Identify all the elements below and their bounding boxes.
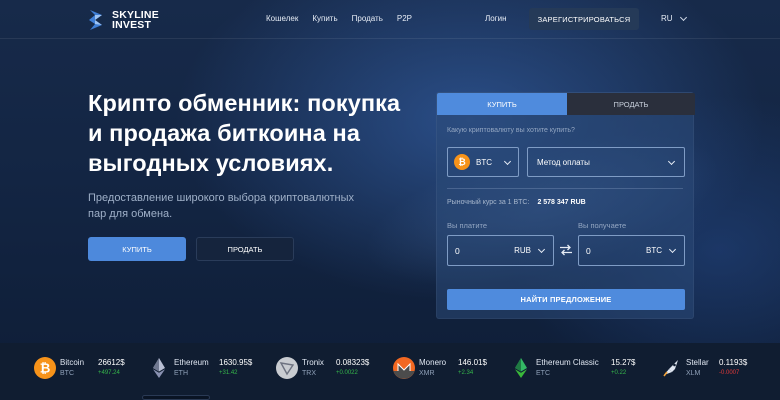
ticker-change: +0.0022 — [336, 370, 358, 376]
pay-label: Вы платите — [447, 221, 488, 230]
ticker-change: +0.22 — [611, 370, 627, 376]
main-nav: Кошелек Купить Продать P2P — [266, 14, 412, 23]
hero-title: Крипто обменник: покупка и продажа битко… — [88, 90, 401, 176]
ticker-name: Stellar — [686, 358, 709, 367]
receive-currency: BTC — [646, 246, 662, 255]
crypto-question-label: Какую криптовалюту вы хотите купить? — [447, 127, 575, 134]
ticker-symbol: ETH — [174, 370, 188, 377]
nav-buy[interactable]: Купить — [312, 14, 337, 23]
pay-amount-value: 0 — [455, 245, 460, 256]
logo-text: SKYLINE INVEST — [112, 10, 159, 31]
ticker-name: Bitcoin — [60, 358, 85, 367]
panel-divider — [447, 188, 683, 189]
ticker-price: 26612$ — [98, 358, 125, 367]
find-offer-button[interactable]: НАЙТИ ПРЕДЛОЖЕНИЕ — [447, 289, 685, 310]
header-divider — [0, 38, 780, 39]
logo[interactable]: SKYLINE INVEST — [86, 9, 159, 31]
ticker-name: Ethereum Classic — [536, 358, 599, 367]
ticker-symbol: XLM — [686, 370, 701, 377]
stellar-icon — [663, 360, 678, 377]
ticker-price: 0.1193$ — [719, 358, 748, 367]
logo-line2: INVEST — [112, 19, 152, 31]
ticker-symbol: BTC — [60, 370, 74, 377]
register-button[interactable]: ЗАРЕГИСТРИРОВАТЬСЯ — [529, 8, 639, 30]
pay-amount-input[interactable]: 0 RUB — [447, 235, 554, 266]
ticker-price: 0.08323$ — [336, 358, 370, 367]
coin-select[interactable]: ₿ BTC — [447, 147, 519, 177]
market-rate-label: Рыночный курс за 1 BTC: — [447, 199, 530, 206]
chevron-down-icon — [668, 245, 677, 254]
hero-sell-button[interactable]: ПРОДАТЬ — [196, 237, 294, 261]
ticker-symbol: ETC — [536, 370, 550, 377]
ticker-symbol: XMR — [419, 370, 435, 377]
receive-label: Вы получаете — [578, 221, 627, 230]
ethereum-icon — [153, 358, 165, 378]
coin-select-value: BTC — [476, 157, 492, 167]
bitcoin-icon: ₿ — [454, 154, 470, 170]
ticker-symbol: TRX — [302, 370, 316, 377]
chevron-down-icon — [503, 157, 512, 166]
skyline-logo-icon — [89, 10, 102, 30]
ticker-name: Monero — [419, 358, 447, 367]
exchange-panel: КУПИТЬ ПРОДАТЬ Какую криптовалюту вы хот… — [436, 92, 695, 319]
tab-sell[interactable]: ПРОДАТЬ — [567, 93, 695, 115]
monero-icon — [393, 357, 415, 379]
payment-method-value: Метод оплаты — [537, 157, 590, 167]
nav-wallet[interactable]: Кошелек — [266, 14, 298, 23]
login-link[interactable]: Логин — [485, 14, 507, 23]
price-ticker: ₿ Bitcoin BTC 26612$ +497.24 Ethereum ET… — [0, 343, 780, 400]
ticker-scrollbar[interactable] — [142, 395, 210, 400]
ticker-change: +2.34 — [458, 370, 474, 376]
nav-p2p[interactable]: P2P — [397, 14, 412, 23]
hero-buy-button[interactable]: КУПИТЬ — [88, 237, 186, 261]
ticker-change: -0.0007 — [719, 370, 740, 376]
ticker-name: Ethereum — [174, 358, 209, 367]
ticker-price: 15.27$ — [611, 358, 636, 367]
language-selector[interactable]: RU — [661, 13, 687, 23]
receive-amount-input[interactable]: 0 BTC — [578, 235, 685, 266]
nav-sell[interactable]: Продать — [352, 14, 383, 23]
tab-buy[interactable]: КУПИТЬ — [437, 93, 567, 115]
payment-method-select[interactable]: Метод оплаты — [527, 147, 685, 177]
ticker-change: +31.42 — [219, 370, 238, 376]
ethereum-classic-icon — [515, 358, 527, 378]
chevron-down-icon — [679, 13, 687, 21]
bitcoin-icon: ₿ — [34, 357, 56, 379]
pay-currency: RUB — [514, 246, 531, 255]
svg-text:₿: ₿ — [40, 362, 51, 377]
chevron-down-icon — [537, 245, 546, 254]
swap-icon[interactable] — [559, 244, 573, 256]
chevron-down-icon — [667, 157, 676, 166]
ticker-change: +497.24 — [98, 370, 120, 376]
market-rate-value: 2 578 347 RUB — [537, 199, 586, 206]
language-value: RU — [661, 14, 673, 23]
market-rate: Рыночный курс за 1 BTC: 2 578 347 RUB — [447, 199, 586, 206]
ticker-price: 1630.95$ — [219, 358, 253, 367]
ticker-price: 146.01$ — [458, 358, 487, 367]
tron-icon — [276, 357, 298, 379]
ticker-name: Tronix — [302, 358, 324, 367]
receive-amount-value: 0 — [586, 245, 591, 256]
hero-subtitle: Предоставление широкого выбора криптовал… — [88, 192, 354, 220]
